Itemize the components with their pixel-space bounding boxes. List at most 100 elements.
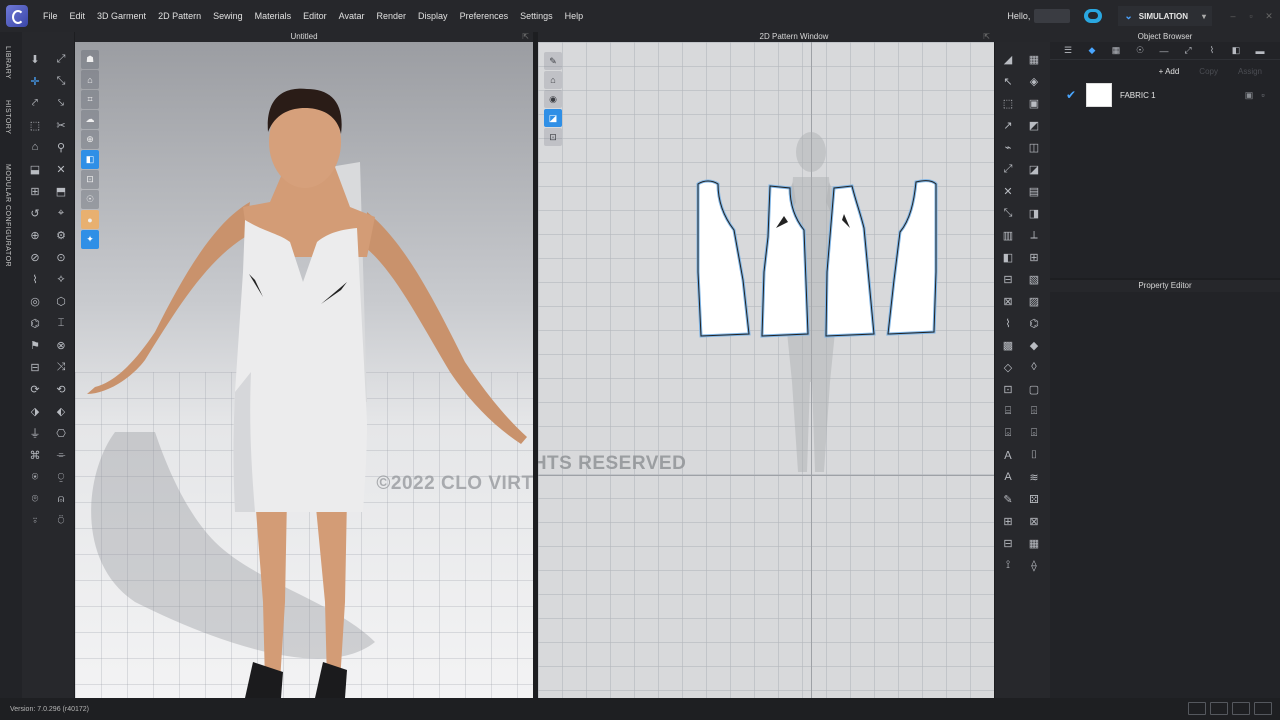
check-icon[interactable]: ✔ [1066, 88, 1080, 102]
fit-map-icon[interactable]: ✦ [81, 230, 99, 249]
show-avatar-icon[interactable]: ☗ [81, 50, 99, 69]
grid-icon[interactable]: ⊞ [22, 180, 48, 202]
sun-icon[interactable]: ⌾ [22, 488, 48, 510]
topstitch-icon[interactable]: ▩ [995, 334, 1021, 356]
maximize-icon[interactable]: ▫ [1244, 11, 1258, 21]
texture-icon[interactable]: ⌹ [1021, 400, 1047, 422]
clo-logo-icon[interactable] [6, 5, 28, 27]
offset-icon[interactable]: ⊠ [995, 290, 1021, 312]
stretch-icon[interactable]: ◨ [1021, 202, 1047, 224]
trim-icon[interactable]: ✂ [48, 114, 74, 136]
layout-split-icon[interactable] [1210, 702, 1228, 715]
fabric-tab-icon[interactable]: ◆ [1080, 43, 1104, 59]
box-icon[interactable]: ⊟ [22, 356, 48, 378]
trim-tab-icon[interactable]: ◧ [1224, 43, 1248, 59]
internal-line-icon[interactable]: ◪ [1021, 158, 1047, 180]
dart-icon[interactable]: ▤ [1021, 180, 1047, 202]
tack-icon[interactable]: ⤤ [22, 92, 48, 114]
layout-3d-icon[interactable] [1232, 702, 1250, 715]
raise-icon[interactable]: ⬖ [48, 400, 74, 422]
align-icon[interactable]: ⟂ [1021, 224, 1047, 246]
fabric-list-item[interactable]: ✔ FABRIC 1 ▣ ▫ [1050, 82, 1280, 108]
cut-icon[interactable]: ✕ [995, 180, 1021, 202]
select-point-icon[interactable]: ✛ [22, 70, 48, 92]
ruler-icon[interactable]: ⌻ [1021, 422, 1047, 444]
layer-icon[interactable]: ⬓ [22, 158, 48, 180]
pin-icon[interactable]: ⤥ [48, 92, 74, 114]
move-icon[interactable]: ⬇ [22, 48, 48, 70]
fabric-render-icon[interactable]: ◧ [81, 150, 99, 169]
settings-icon[interactable]: ⚙ [48, 224, 74, 246]
expand-window-icon[interactable]: ⇱ [983, 32, 990, 42]
cloud-sync-icon[interactable] [1084, 9, 1103, 23]
pattern-piece-back-right[interactable] [886, 179, 938, 336]
expand-window-icon[interactable]: ⇱ [522, 32, 529, 42]
2d-pattern-viewport[interactable]: ✎⌂◉◪⊡ ALL RIGHTS RESERVED [538, 42, 994, 698]
fold-icon[interactable]: ▥ [995, 224, 1021, 246]
skin-icon[interactable]: ● [81, 210, 99, 229]
menu-avatar[interactable]: Avatar [333, 0, 371, 32]
circle-dot-icon[interactable]: ⍜ [48, 466, 74, 488]
annotation-icon[interactable]: ⌷ [1021, 444, 1047, 466]
rectangle-icon[interactable]: ◫ [1021, 136, 1047, 158]
3d-garment-viewport[interactable]: ☗⌂⌗☁⊕◧⊡☉●✦ ©2022 CLO VIRTUAL FASHION [75, 42, 533, 698]
menu-render[interactable]: Render [371, 0, 413, 32]
delete-icon[interactable]: ▫ [1256, 90, 1270, 101]
segment-icon[interactable]: ⬚ [995, 92, 1021, 114]
fold-icon[interactable]: ⤡ [48, 70, 74, 92]
pattern-piece-back-left[interactable] [696, 179, 751, 338]
remove-icon[interactable]: ✕ [48, 158, 74, 180]
simulation-mode-button[interactable]: ⌄ SIMULATION ▾ [1118, 6, 1212, 26]
add-point-icon[interactable]: ⊞ [1021, 246, 1047, 268]
user-name-redacted[interactable] [1034, 9, 1071, 23]
target-icon[interactable]: ⌖ [48, 202, 74, 224]
layout-single-icon[interactable] [1188, 702, 1206, 715]
xray-icon[interactable]: ⊕ [81, 130, 99, 149]
graphic-icon[interactable]: ⌸ [995, 400, 1021, 422]
add-button[interactable]: + Add [1149, 67, 1190, 76]
stretch-icon[interactable]: ⤨ [48, 356, 74, 378]
star-icon[interactable]: ⟡ [48, 268, 74, 290]
pattern-piece-front-left[interactable] [760, 184, 810, 338]
ellipse-icon[interactable]: ⤢ [995, 158, 1021, 180]
text-icon[interactable]: A [995, 466, 1021, 488]
home-icon[interactable]: ⌂ [22, 136, 48, 158]
select-icon[interactable]: ⌬ [22, 312, 48, 334]
tape-icon[interactable]: ⟠ [1021, 554, 1047, 576]
trace-icon[interactable]: ▧ [1021, 268, 1047, 290]
simulate-icon[interactable]: ⌗ [81, 90, 99, 109]
refresh-icon[interactable]: ⟳ [22, 378, 48, 400]
history-tab[interactable]: HISTORY [4, 100, 11, 134]
edit-pattern-icon[interactable]: ◢ [995, 48, 1021, 70]
duplicate-icon[interactable]: ▣ [1242, 90, 1256, 101]
lower-icon[interactable]: ⬗ [22, 400, 48, 422]
assign-button[interactable]: Assign [1228, 67, 1272, 76]
table-icon[interactable]: ▦ [1021, 532, 1047, 554]
seam-allowance-icon[interactable]: ◧ [995, 246, 1021, 268]
fit-icon[interactable]: ⍤ [22, 510, 48, 532]
close-icon[interactable]: ✕ [1262, 11, 1276, 22]
list-view-icon[interactable]: ☰ [1056, 43, 1080, 59]
button-tab-icon[interactable]: — [1152, 43, 1176, 59]
garment-icon[interactable]: ⬚ [22, 114, 48, 136]
cmd-icon[interactable]: ⌘ [22, 444, 48, 466]
ground-icon[interactable]: ⏚ [22, 422, 48, 444]
burst-icon[interactable]: ⍟ [22, 466, 48, 488]
menu-editor[interactable]: Editor [297, 0, 333, 32]
button-icon[interactable]: ◇ [995, 356, 1021, 378]
grid4-icon[interactable]: ⊟ [995, 532, 1021, 554]
rotate-icon[interactable]: ↺ [22, 202, 48, 224]
panel-icon[interactable]: ⬒ [48, 180, 74, 202]
text-a-icon[interactable]: Ａ [995, 444, 1021, 466]
menu-file[interactable]: File [37, 0, 64, 32]
grid2-icon[interactable]: ⊞ [995, 510, 1021, 532]
trim-icon[interactable]: ▢ [1021, 378, 1047, 400]
transform-icon[interactable]: ⤢ [48, 48, 74, 70]
wind-icon[interactable]: ☁ [81, 110, 99, 129]
library-tab[interactable]: LIBRARY [4, 46, 11, 79]
panel-shape-icon[interactable]: ▣ [1021, 92, 1047, 114]
graphic-tab-icon[interactable]: ▬ [1248, 43, 1272, 59]
fabric-swatch[interactable] [1086, 83, 1112, 107]
view-icon[interactable]: ⊙ [48, 246, 74, 268]
pencil-icon[interactable]: ✎ [995, 488, 1021, 510]
